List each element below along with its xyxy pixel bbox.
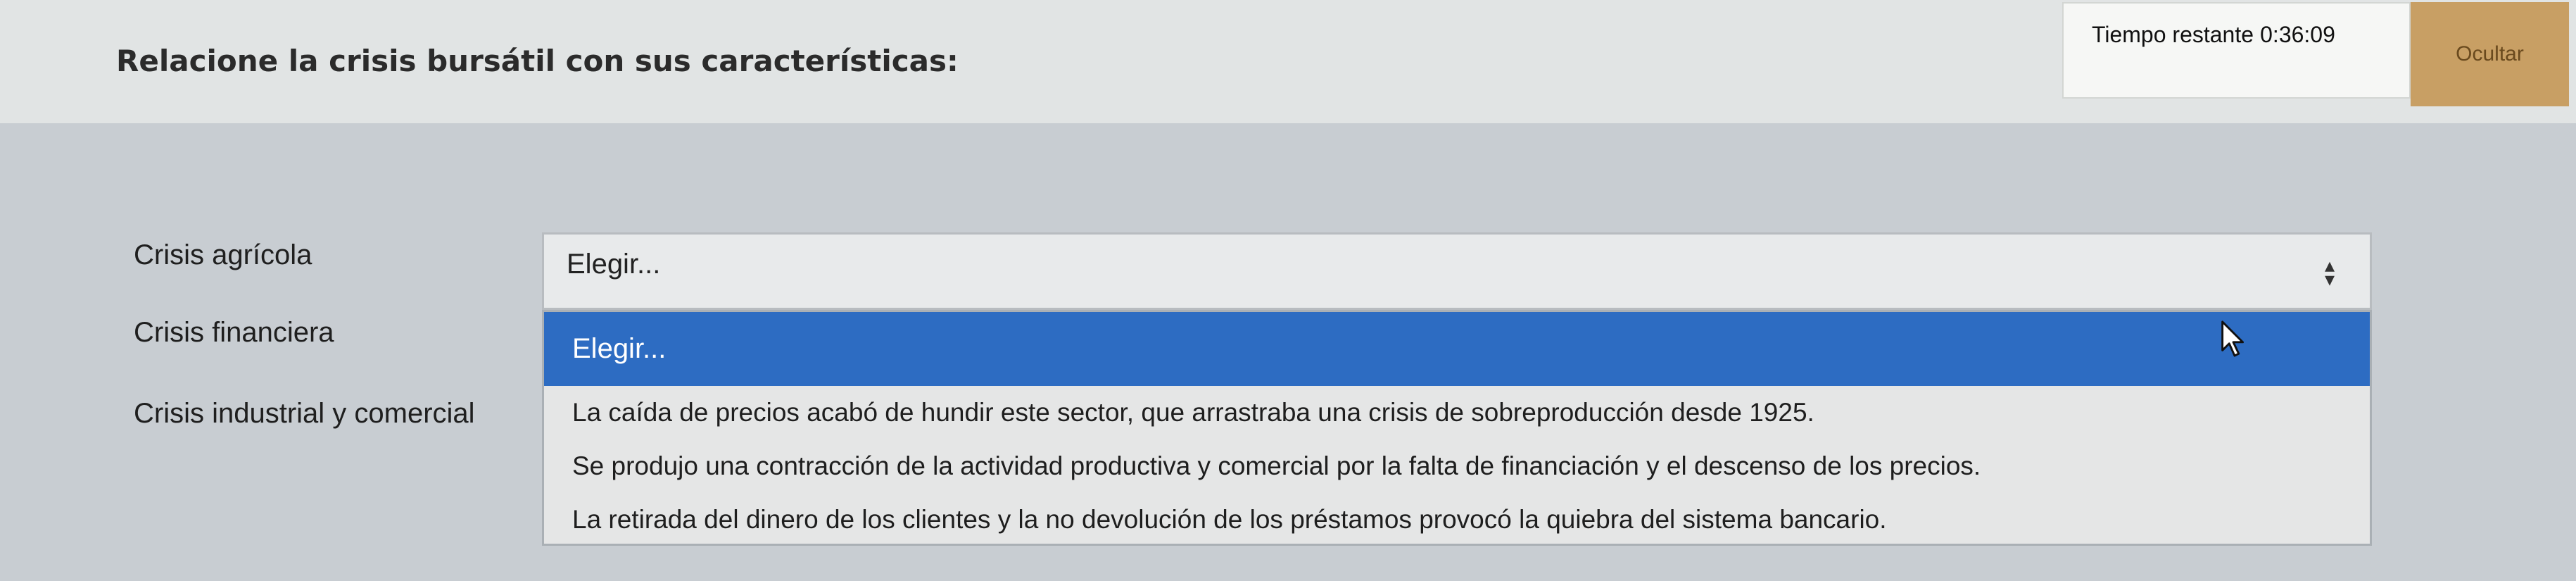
dropdown-option-industrial[interactable]: Se produjo una contracción de la activid… bbox=[544, 439, 2370, 493]
mouse-pointer-icon bbox=[2221, 320, 2244, 357]
row-label-financiera: Crisis financiera bbox=[134, 317, 334, 348]
timer-value: 0:36:09 bbox=[2260, 22, 2335, 47]
updown-arrows-icon: ▴ ▾ bbox=[2324, 254, 2335, 290]
dropdown-option-agricola[interactable]: La caída de precios acabó de hundir este… bbox=[544, 386, 2370, 439]
select-value: Elegir... bbox=[567, 249, 661, 280]
row-label-agricola: Crisis agrícola bbox=[134, 239, 312, 270]
dropdown-option-elegir[interactable]: Elegir... bbox=[544, 312, 2370, 386]
hide-timer-button[interactable]: Ocultar bbox=[2411, 2, 2569, 106]
question-text: Relacione la crisis bursátil con sus car… bbox=[116, 44, 959, 78]
dropdown-option-financiera[interactable]: La retirada del dinero de los clientes y… bbox=[544, 493, 2370, 546]
timer-label: Tiempo restante bbox=[2092, 22, 2254, 47]
dropdown-list: Elegir... La caída de precios acabó de h… bbox=[542, 310, 2372, 546]
timer-box: Tiempo restante 0:36:09 bbox=[2062, 2, 2411, 99]
answer-select-agricola[interactable]: Elegir... ▴ ▾ bbox=[542, 232, 2372, 310]
row-label-industrial: Crisis industrial y comercial bbox=[134, 398, 475, 429]
